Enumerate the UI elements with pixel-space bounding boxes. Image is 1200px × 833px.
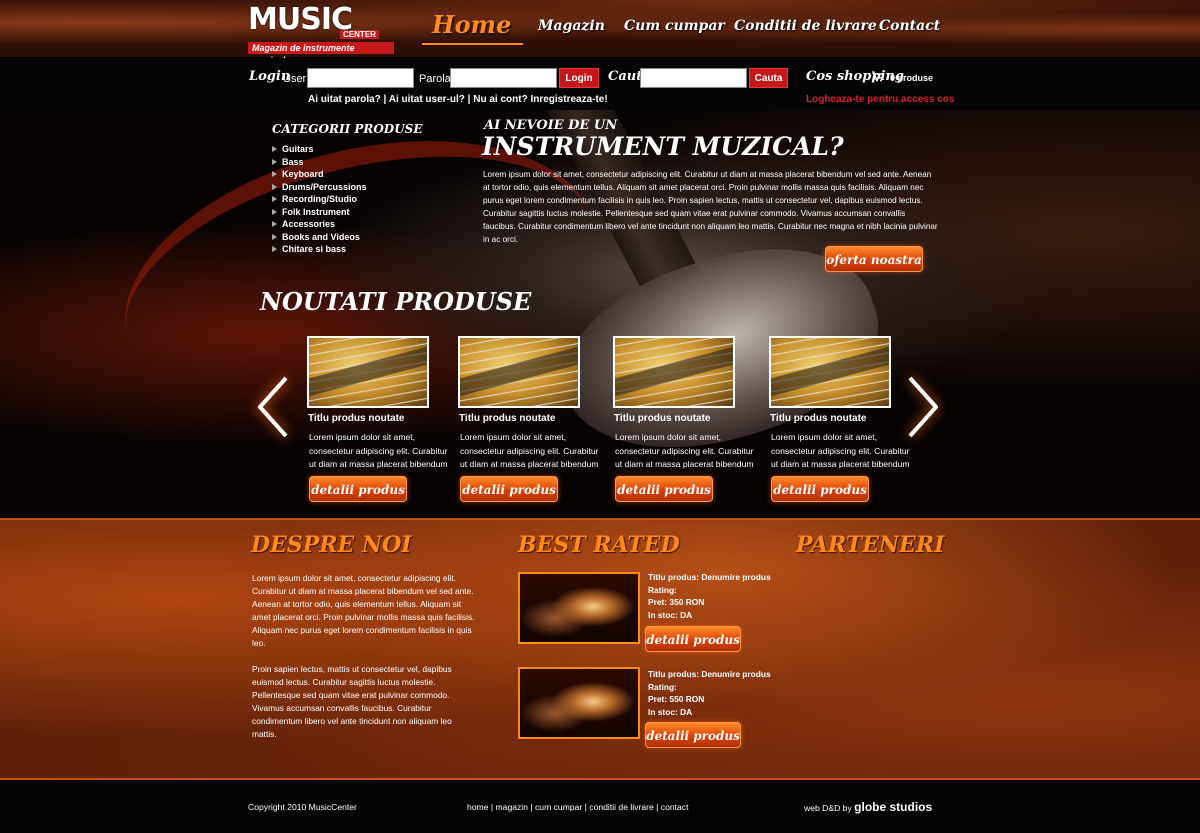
rated-product-price: Pret: 350 RON [648,597,705,607]
product-desc: Lorem ipsum dolor sit amet, consectetur … [309,432,448,469]
product-image[interactable] [613,336,735,408]
carousel-prev-icon[interactable] [256,376,290,438]
footer-credit: web D&D by globe studios [804,800,932,814]
product-desc: Lorem ipsum dolor sit amet, consectetur … [615,432,754,469]
product-details-button[interactable]: detalii produs [615,476,713,502]
rated-product-rating: Rating: [648,681,677,692]
product-card: Titlu produs noutate Lorem ipsum dolor s… [458,336,608,506]
account-links[interactable]: Ai uitat parola? | Ai uitat user-ul? | N… [308,94,608,105]
best-rated-title: BEST RATED [518,532,680,558]
product-image[interactable] [769,336,891,408]
categories-title: CATEGORII PRODUSE [272,122,423,136]
search-input[interactable] [640,68,747,88]
partners-title: PARTENERI [796,532,945,558]
rated-product-name[interactable]: Titlu produs: Denumire produs [648,571,771,584]
logo-wordmark: MUSIC [248,2,353,37]
rated-product-info: Titlu produs: Denumire produs Rating: Pr… [648,571,771,621]
nav-home[interactable]: Home [422,10,524,45]
category-item[interactable]: Keyboard [272,168,367,181]
category-item[interactable]: Bass [272,156,367,169]
site-logo[interactable]: MUSIC CENTER Magazin de instrumente muzi… [248,2,394,65]
nav-magazin[interactable]: Magazin [538,18,605,34]
product-details-button[interactable]: detalii produs [460,476,558,502]
rated-product-name[interactable]: Titlu produs: Denumire produs [648,668,771,681]
about-paragraph: Lorem ipsum dolor sit amet, consectetur … [252,573,475,648]
login-button[interactable]: Login [559,68,599,88]
user-label: User: [283,73,310,85]
about-text: Lorem ipsum dolor sit amet, consectetur … [252,572,476,754]
intro-text: Lorem ipsum dolor sit amet, consectetur … [483,170,938,244]
password-input[interactable] [450,68,557,88]
nav-cum-cumpar[interactable]: Cum cumpar [624,18,725,34]
product-card: Titlu produs noutate Lorem ipsum dolor s… [307,336,457,506]
user-input[interactable] [307,68,414,88]
offer-button[interactable]: oferta noastra [825,246,923,272]
product-desc: Lorem ipsum dolor sit amet, consectetur … [771,432,910,469]
product-card: Titlu produs noutate Lorem ipsum dolor s… [769,336,919,506]
intro-kicker: AI NEVOIE DE UN [484,118,618,133]
categories-list: Guitars Bass Keyboard Drums/Percussions … [272,143,367,256]
news-title: NOUTATI PRODUSE [260,287,532,316]
rated-details-button[interactable]: detalii produs [645,626,741,652]
product-details-button[interactable]: detalii produs [771,476,869,502]
footer-credit-label: web D&D by [804,803,852,813]
product-desc: Lorem ipsum dolor sit amet, consectetur … [460,432,599,469]
rated-product-price: Pret: 550 RON [648,694,705,704]
rated-product-info: Titlu produs: Denumire produs Rating: Pr… [648,668,771,718]
product-image[interactable] [458,336,580,408]
category-item[interactable]: Folk Instrument [272,206,367,219]
product-card: Titlu produs noutate Lorem ipsum dolor s… [613,336,763,506]
cart-icon[interactable] [872,71,885,85]
category-item[interactable]: Guitars [272,143,367,156]
about-paragraph: Proin sapien lectus, mattis ut consectet… [252,664,452,739]
cart-count: 0 produse [890,73,934,83]
product-details-button[interactable]: detalii produs [309,476,407,502]
category-item[interactable]: Chitare si bass [272,243,367,256]
product-image[interactable] [307,336,429,408]
nav-contact[interactable]: Contact [879,18,940,34]
product-title[interactable]: Titlu produs noutate [614,413,710,424]
rated-product-stock: In stoc: DA [648,609,693,620]
product-title[interactable]: Titlu produs noutate [308,413,404,424]
product-title[interactable]: Titlu produs noutate [459,413,555,424]
password-label: Parola: [419,73,454,85]
nav-conditii-livrare[interactable]: Conditii de livrare [734,18,877,34]
category-item[interactable]: Books and Videos [272,231,367,244]
footer-studio-link[interactable]: globe studios [854,800,932,814]
category-item[interactable]: Drums/Percussions [272,181,367,194]
footer-nav-links[interactable]: home | magazin | cum cumpar | conditii d… [467,802,688,812]
rated-product-stock: In stoc: DA [648,706,693,717]
logo-sub: CENTER [340,30,379,39]
logo-tagline: Magazin de instrumente muzicale [248,42,394,65]
product-title[interactable]: Titlu produs noutate [770,413,866,424]
rated-product-image[interactable] [518,572,640,644]
search-button[interactable]: Cauta [749,68,788,88]
site-header: MUSIC CENTER Magazin de instrumente muzi… [0,0,1200,65]
rated-product-rating: Rating: [648,584,677,595]
cart-notice[interactable]: Logheaza-te pentru access cos [806,94,954,105]
category-item[interactable]: Accessories [272,218,367,231]
rated-details-button[interactable]: detalii produs [645,722,741,748]
category-item[interactable]: Recording/Studio [272,193,367,206]
about-title: DESPRE NOI [251,532,412,558]
footer-copyright: Copyright 2010 MusicCenter [248,802,357,812]
rated-product-image[interactable] [518,667,640,739]
intro-title: INSTRUMENT MUZICAL? [482,132,844,161]
